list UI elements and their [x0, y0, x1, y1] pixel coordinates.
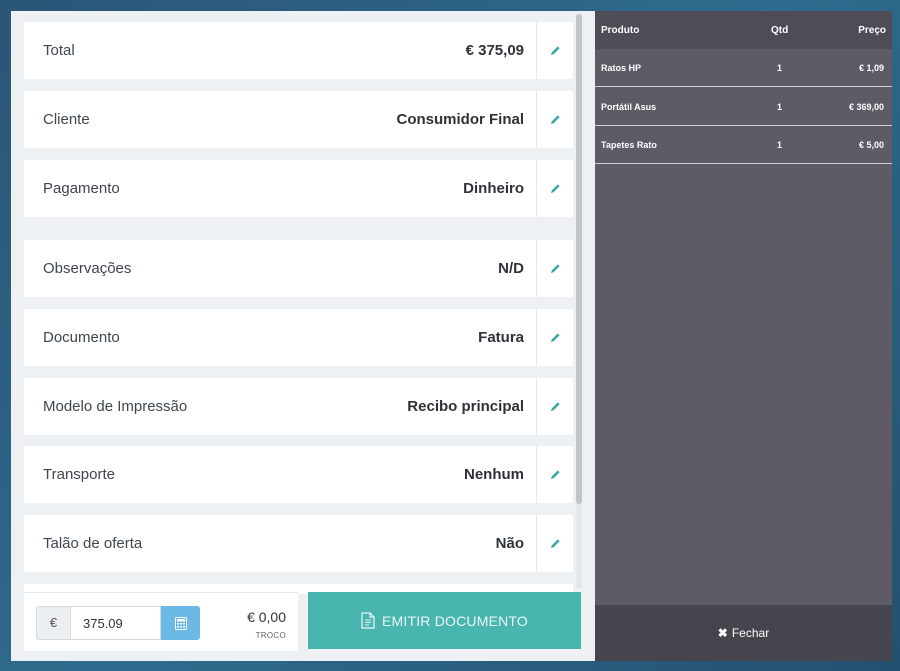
close-label: Fechar	[731, 626, 770, 640]
summary-row-talao-oferta: Talão de oferta Não	[24, 515, 573, 572]
emit-document-button[interactable]: EMITIR DOCUMENTO	[308, 592, 581, 649]
summary-row-modelo-impressao: Modelo de Impressão Recibo principal	[24, 378, 573, 435]
edit-observacoes-button[interactable]	[536, 240, 573, 297]
summary-label: Cliente	[43, 111, 90, 128]
summary-label: Transporte	[43, 466, 115, 483]
summary-value: Recibo principal	[407, 398, 524, 415]
cell-product: Tapetes Rato	[601, 140, 657, 150]
summary-list: Total € 375,09 Cliente Consumidor Final …	[24, 22, 573, 594]
checkout-summary-panel: Total € 375,09 Cliente Consumidor Final …	[11, 11, 595, 661]
summary-label: Talão de oferta	[43, 535, 143, 552]
emit-document-label: EMITIR DOCUMENTO	[381, 612, 529, 629]
summary-label: Pagamento	[43, 180, 120, 197]
pencil-icon	[550, 46, 560, 56]
summary-label: Total	[43, 42, 75, 59]
change-label: TROCO	[255, 631, 286, 640]
currency-addon: €	[36, 606, 70, 640]
summary-label: Modelo de Impressão	[43, 398, 188, 415]
items-panel: Produto Qtd Preço Ratos HP 1 € 1,09 Port…	[595, 11, 892, 661]
edit-total-button[interactable]	[536, 22, 573, 79]
cell-price: € 369,00	[848, 102, 884, 112]
edit-documento-button[interactable]	[536, 309, 573, 366]
pencil-icon	[550, 264, 560, 274]
amount-input[interactable]	[70, 606, 161, 640]
close-icon: ✖	[717, 626, 728, 640]
edit-pagamento-button[interactable]	[536, 160, 573, 217]
cell-price: € 1,09	[858, 63, 884, 73]
close-button[interactable]: ✖ Fechar	[595, 605, 892, 661]
summary-value: Fatura	[478, 329, 524, 346]
edit-modelo-impressao-button[interactable]	[536, 378, 573, 435]
pencil-icon	[550, 333, 560, 343]
pencil-icon	[550, 184, 560, 194]
edit-talao-oferta-button[interactable]	[536, 515, 573, 572]
pencil-icon	[550, 470, 560, 480]
summary-value: Não	[495, 535, 524, 552]
summary-row-cliente: Cliente Consumidor Final	[24, 91, 573, 148]
edit-cliente-button[interactable]	[536, 91, 573, 148]
cell-product: Portátil Asus	[601, 102, 657, 112]
table-row: Tapetes Rato 1 € 5,00	[595, 126, 892, 164]
summary-value: € 375,09	[465, 42, 524, 59]
pencil-icon	[550, 402, 560, 412]
summary-scrollbar[interactable]	[576, 14, 582, 588]
summary-row-observacoes: Observações N/D	[24, 240, 573, 297]
table-row: Portátil Asus 1 € 369,00	[595, 88, 892, 126]
scrollbar-thumb[interactable]	[576, 14, 582, 504]
header-price: Preço	[858, 25, 886, 36]
summary-row-total: Total € 375,09	[24, 22, 573, 79]
cell-qty: 1	[777, 63, 783, 73]
summary-value: Dinheiro	[463, 180, 524, 197]
calculator-button[interactable]	[161, 606, 200, 640]
table-row: Ratos HP 1 € 1,09	[595, 49, 892, 87]
document-icon	[361, 612, 375, 629]
summary-label: Observações	[43, 260, 132, 277]
cell-qty: 1	[777, 140, 783, 150]
summary-value: Consumidor Final	[396, 111, 525, 128]
items-table-header: Produto Qtd Preço	[595, 11, 892, 49]
cell-product: Ratos HP	[601, 63, 642, 73]
pencil-icon	[550, 115, 560, 125]
summary-value: N/D	[498, 260, 524, 277]
summary-value: Nenhum	[464, 466, 524, 483]
summary-row-transporte: Transporte Nenhum	[24, 446, 573, 503]
cell-price: € 5,00	[858, 140, 884, 150]
header-qty: Qtd	[771, 25, 789, 36]
payment-box: € € 0,00 TROCO	[24, 592, 298, 651]
summary-label: Documento	[43, 329, 120, 346]
header-product: Produto	[601, 25, 640, 36]
cell-qty: 1	[777, 102, 783, 112]
change-value: € 0,00	[247, 609, 286, 625]
edit-transporte-button[interactable]	[536, 446, 573, 503]
checkout-modal: Total € 375,09 Cliente Consumidor Final …	[11, 11, 892, 661]
calculator-icon	[174, 616, 187, 630]
summary-row-documento: Documento Fatura	[24, 309, 573, 366]
pencil-icon	[550, 539, 560, 549]
summary-row-pagamento: Pagamento Dinheiro	[24, 160, 573, 217]
